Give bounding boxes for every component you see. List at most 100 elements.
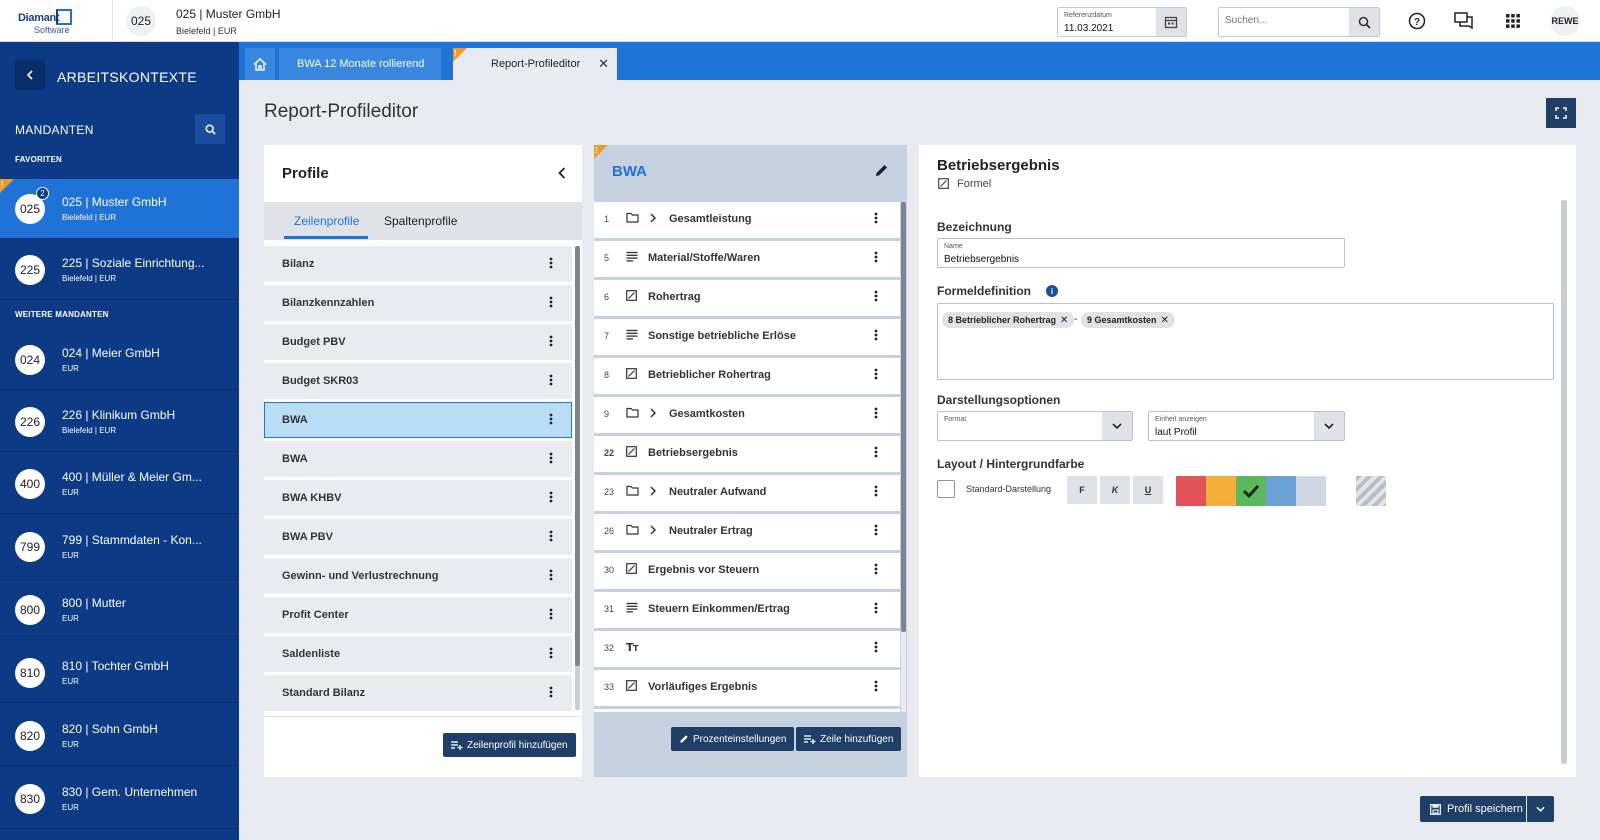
more-vertical-icon[interactable] [874,250,878,264]
reference-date-field[interactable]: Referenzdatum 11.03.2021 [1057,7,1187,37]
more-vertical-icon[interactable] [549,685,553,699]
list-item[interactable]: Bilanzkennzahlen [264,285,572,321]
chevron-down-icon[interactable] [1314,412,1344,440]
list-item[interactable]: Saldenliste [264,636,572,672]
table-row[interactable]: 5 Material/Stoffe/Waren [594,241,900,277]
sidebar-item-mandant[interactable]: 024 024 | Meier GmbH EUR [0,330,239,390]
more-vertical-icon[interactable] [549,529,553,543]
bwa-list-scrollbar[interactable] [901,202,906,712]
list-item[interactable]: BWA PBV [264,519,572,555]
more-vertical-icon[interactable] [549,646,553,660]
color-swatch-selected[interactable] [1236,476,1266,506]
list-item[interactable]: Gewinn- und Verlustrechnung [264,558,572,594]
color-swatch-none[interactable] [1356,476,1386,506]
chevron-right-icon[interactable] [650,408,656,418]
more-vertical-icon[interactable] [874,406,878,420]
global-search[interactable] [1218,7,1380,37]
remove-token-icon[interactable]: ✕ [1161,315,1169,326]
mandant-badge[interactable]: 025 [126,6,156,36]
user-avatar[interactable]: REWE [1550,6,1580,36]
table-row[interactable]: 32 T T [594,631,900,667]
chevron-right-icon[interactable] [650,525,656,535]
close-icon[interactable]: ✕ [598,56,609,72]
list-item[interactable]: BWA [264,441,572,477]
table-row[interactable]: 22 Betriebsergebnis [594,436,900,472]
chat-button[interactable] [1454,11,1474,31]
formula-token[interactable]: 8 Betrieblicher Rohertrag ✕ [942,312,1075,328]
more-vertical-icon[interactable] [549,295,553,309]
fullscreen-button[interactable] [1546,98,1576,128]
more-vertical-icon[interactable] [874,484,878,498]
more-vertical-icon[interactable] [549,568,553,582]
list-item[interactable]: Bilanz [264,246,572,282]
percent-settings-button[interactable]: Prozenteinstellungen [671,727,795,751]
tab-spaltenprofile[interactable]: Spaltenprofile [384,214,457,228]
info-icon[interactable]: i [1046,285,1058,297]
unit-select[interactable]: Einheit anzeigen laut Profil [1148,411,1345,441]
underline-button[interactable]: U [1133,476,1163,504]
logo[interactable]: Diamant Software [0,0,113,42]
more-vertical-icon[interactable] [874,328,878,342]
format-select[interactable]: Format [937,411,1133,441]
more-vertical-icon[interactable] [549,490,553,504]
search-button[interactable] [1349,8,1379,36]
list-item[interactable]: Budget SKR03 [264,363,572,399]
table-row[interactable]: 30 Ergebnis vor Steuern [594,553,900,589]
bold-button[interactable]: F [1067,476,1097,504]
sidebar-item-mandant[interactable]: 800 800 | Mutter EUR [0,580,239,640]
edit-profile-button[interactable] [874,163,889,178]
color-swatch[interactable] [1326,476,1356,506]
color-swatch[interactable] [1206,476,1236,506]
more-vertical-icon[interactable] [874,679,878,693]
list-item[interactable]: Profit Center [264,597,572,633]
more-vertical-icon[interactable] [549,451,553,465]
more-vertical-icon[interactable] [549,373,553,387]
chevron-down-icon[interactable] [1102,412,1132,440]
color-swatch[interactable] [1266,476,1296,506]
more-vertical-icon[interactable] [549,412,553,426]
table-row[interactable]: 26 Neutraler Ertrag [594,514,900,550]
color-swatch[interactable] [1296,476,1326,506]
more-vertical-icon[interactable] [874,211,878,225]
list-item-selected[interactable]: BWA [264,402,572,438]
table-row[interactable]: 34TT [594,709,900,712]
more-vertical-icon[interactable] [549,334,553,348]
save-profile-button[interactable]: Profil speichern [1420,796,1526,822]
chevron-right-icon[interactable] [650,213,656,223]
remove-token-icon[interactable]: ✕ [1060,315,1068,326]
table-row[interactable]: 6 Rohertrag [594,280,900,316]
scrollbar-thumb[interactable] [575,246,580,666]
scrollbar-thumb[interactable] [901,202,906,632]
sidebar-item-mandant-025[interactable]: 025 2 025 | Muster GmbH Bielefeld | EUR … [0,179,239,239]
add-row-button[interactable]: Zeile hinzufügen [796,727,902,751]
table-row[interactable]: 23 Neutraler Aufwand [594,475,900,511]
help-button[interactable]: ? [1407,11,1427,31]
chevron-right-icon[interactable] [650,486,656,496]
sidebar-item-mandant-225[interactable]: 225 225 | Soziale Einrichtung... Bielefe… [0,240,239,300]
table-row[interactable]: 9 Gesamtkosten [594,397,900,433]
more-vertical-icon[interactable] [874,640,878,654]
more-vertical-icon[interactable] [874,601,878,615]
table-row[interactable]: 31 Steuern Einkommen/Ertrag [594,592,900,628]
more-vertical-icon[interactable] [549,607,553,621]
more-vertical-icon[interactable] [874,562,878,576]
collapse-panel-button[interactable] [558,167,566,179]
tab-zeilenprofile[interactable]: Zeilenprofile [294,214,359,228]
table-row[interactable]: 33 Vorläufiges Ergebnis [594,670,900,706]
sidebar-item-mandant[interactable]: 799 799 | Stammdaten - Kon... EUR [0,517,239,577]
more-vertical-icon[interactable] [874,523,878,537]
more-vertical-icon[interactable] [874,445,878,459]
list-item[interactable]: BWA KHBV [264,480,572,516]
table-row[interactable]: 1 Gesamtleistung [594,202,900,238]
calendar-button[interactable] [1156,8,1186,36]
sidebar-item-mandant[interactable]: 830 830 | Gem. Unternehmen EUR [0,769,239,829]
italic-button[interactable]: K [1100,476,1130,504]
more-vertical-icon[interactable] [549,256,553,270]
formula-editor[interactable]: 8 Betrieblicher Rohertrag ✕ - 9 Gesamtkos… [937,303,1554,380]
tab-report-profileditor[interactable]: ! Report-Profileditor ✕ [453,48,617,80]
more-vertical-icon[interactable] [874,367,878,381]
sidebar-item-mandant[interactable]: 226 226 | Klinikum GmbH Bielefeld | EUR [0,392,239,452]
sidebar-item-mandant[interactable]: 810 810 | Tochter GmbH EUR [0,643,239,703]
sidebar-item-mandant[interactable]: 820 820 | Sohn GmbH EUR [0,706,239,766]
color-swatch[interactable] [1176,476,1206,506]
